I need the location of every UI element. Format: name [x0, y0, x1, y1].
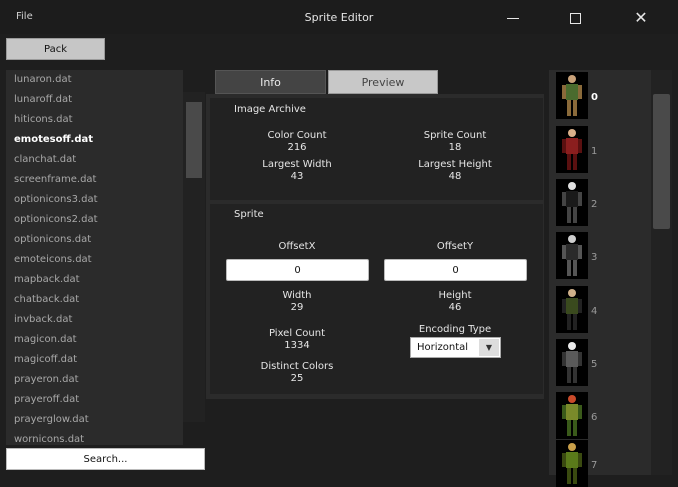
largest-width-value: 43: [290, 171, 304, 182]
file-list-item[interactable]: prayerglow.dat: [6, 410, 183, 430]
largest-width-label: Largest Width: [262, 159, 332, 170]
encoding-type-select[interactable]: Horizontal ▼: [410, 337, 501, 358]
height-label: Height: [438, 290, 472, 301]
file-list-item[interactable]: prayeroff.dat: [6, 390, 183, 410]
chevron-down-icon[interactable]: ▼: [479, 339, 499, 356]
file-list-item[interactable]: invback.dat: [6, 310, 183, 330]
pack-button[interactable]: Pack: [6, 38, 105, 60]
sprite-index-label: 5: [591, 359, 598, 370]
file-list-item[interactable]: emotesoff.dat: [6, 130, 183, 150]
sprite-index-label: 4: [591, 306, 598, 317]
file-list-scroll-thumb[interactable]: [186, 102, 202, 178]
width-value: 29: [290, 302, 304, 313]
file-list-item[interactable]: magicoff.dat: [6, 350, 183, 370]
minimize-icon: [507, 17, 519, 19]
sprite-index-label: 7: [591, 460, 598, 471]
sprite-index-label: 3: [591, 252, 598, 263]
file-list-item[interactable]: optionicons.dat: [6, 230, 183, 250]
sprite-index-label: 2: [591, 199, 598, 210]
file-list-item[interactable]: chatback.dat: [6, 290, 183, 310]
height-value: 46: [448, 302, 462, 313]
file-list-item[interactable]: hiticons.dat: [6, 110, 183, 130]
file-list-item[interactable]: prayeron.dat: [6, 370, 183, 390]
maximize-button[interactable]: [552, 4, 598, 32]
maximize-icon: [569, 12, 581, 24]
file-list-item[interactable]: wornicons.dat: [6, 430, 183, 445]
file-list-item[interactable]: emoteicons.dat: [6, 250, 183, 270]
color-count-label: Color Count: [267, 130, 327, 141]
tab-preview[interactable]: Preview: [328, 70, 438, 94]
sprite-thumbnail[interactable]: [556, 286, 588, 333]
color-count-value: 216: [287, 142, 307, 153]
tab-info[interactable]: Info: [215, 70, 326, 94]
distinct-colors-value: 25: [290, 373, 304, 384]
sprite-thumbnail[interactable]: [556, 126, 588, 173]
file-list-item[interactable]: lunaron.dat: [6, 70, 183, 90]
sprite-index-label: 0: [591, 92, 598, 103]
offset-x-label: OffsetX: [278, 241, 316, 252]
width-label: Width: [282, 290, 312, 301]
file-list-item[interactable]: optionicons3.dat: [6, 190, 183, 210]
file-list[interactable]: lunaron.dat lunaroff.dat hiticons.dat emote…: [6, 70, 183, 445]
largest-height-value: 48: [448, 171, 462, 182]
file-list-item[interactable]: magicon.dat: [6, 330, 183, 350]
pixel-count-label: Pixel Count: [268, 328, 325, 339]
close-icon: ✕: [634, 8, 648, 27]
file-list-item[interactable]: optionicons2.dat: [6, 210, 183, 230]
offset-x-field[interactable]: 0: [226, 259, 369, 281]
distinct-colors-label: Distinct Colors: [260, 361, 334, 372]
largest-height-label: Largest Height: [418, 159, 492, 170]
file-list-item[interactable]: screenframe.dat: [6, 170, 183, 190]
sprite-index-label: 6: [591, 412, 598, 423]
minimize-button[interactable]: [490, 4, 536, 32]
offset-y-field[interactable]: 0: [384, 259, 527, 281]
sprite-list-scroll-thumb[interactable]: [653, 94, 670, 229]
sprite-thumbnail[interactable]: [556, 179, 588, 226]
sprite-thumbnail[interactable]: [556, 72, 588, 119]
sprite-thumbnail[interactable]: [556, 440, 588, 487]
sprite-thumbnail[interactable]: [556, 339, 588, 386]
sprite-thumbnail[interactable]: [556, 392, 588, 439]
sprite-index-label: 1: [591, 146, 598, 157]
encoding-type-value: Horizontal: [417, 342, 469, 353]
file-list-item[interactable]: clanchat.dat: [6, 150, 183, 170]
file-list-item[interactable]: mapback.dat: [6, 270, 183, 290]
close-button[interactable]: ✕: [618, 4, 664, 32]
sprite-count-label: Sprite Count: [423, 130, 487, 141]
sprite-title: Sprite: [234, 209, 264, 220]
pixel-count-value: 1334: [284, 340, 310, 351]
file-list-item[interactable]: lunaroff.dat: [6, 90, 183, 110]
search-button[interactable]: Search...: [6, 448, 205, 470]
encoding-type-label: Encoding Type: [418, 324, 492, 335]
sprite-count-value: 18: [448, 142, 462, 153]
offset-y-label: OffsetY: [436, 241, 474, 252]
sprite-thumbnail[interactable]: [556, 232, 588, 279]
image-archive-title: Image Archive: [234, 104, 306, 115]
